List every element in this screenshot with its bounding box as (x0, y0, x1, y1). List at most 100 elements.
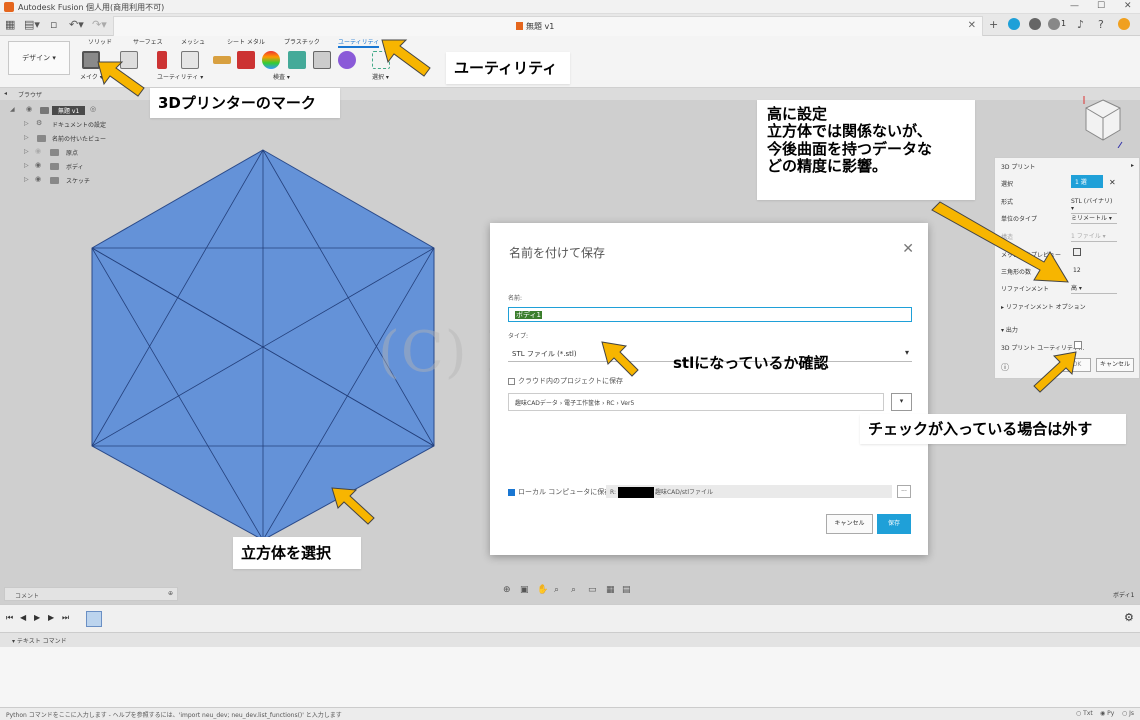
dialog-close-icon[interactable]: ✕ (902, 241, 914, 257)
tab-sheet-metal[interactable]: シート メタル (227, 37, 265, 46)
note-line-3: 今後曲面を持つデータな (767, 139, 933, 158)
user-avatar[interactable] (1118, 18, 1130, 30)
browser-root[interactable]: ◢ ◉ 無題 v1 ◎ (0, 104, 112, 118)
local-path-field[interactable]: R: 趣味CAD/stlファイル (606, 485, 892, 498)
inspect-group-label[interactable]: 検査 ▾ (273, 72, 290, 81)
origin-label: 原点 (66, 150, 79, 157)
maximize-icon[interactable]: ☐ (1097, 1, 1105, 11)
cloud-path-breadcrumb[interactable]: 趣味CADデータ › 電子工作筐体 › RC › Ver5 (508, 393, 884, 411)
app-grid-icon[interactable]: ▦ (5, 18, 15, 31)
look-at-icon[interactable]: ▣ (520, 585, 529, 595)
breadcrumb-item[interactable]: 電子工作筐体 (564, 400, 600, 407)
redo-icon[interactable]: ↷▾ (92, 18, 107, 31)
view-cube[interactable] (1082, 96, 1124, 148)
name-label: 名前: (508, 295, 523, 302)
save-button[interactable]: 保存 (877, 514, 911, 534)
local-save-option[interactable]: ローカル コンピュータに保存 (508, 487, 611, 497)
timeline-first-icon[interactable]: ⏮ (6, 613, 13, 623)
refinement-options-toggle[interactable]: ▸ リファインメント オプション (1001, 302, 1086, 311)
unit-select[interactable]: ミリメートル ▾ (1071, 213, 1117, 224)
document-tab-bar: ▦ ▤▾ ▫ ↶▾ ↷▾ 無題 v1 ✕ + 1 ♪ ? (0, 14, 1140, 36)
center-of-mass-icon[interactable] (338, 51, 356, 69)
preview-mesh-checkbox[interactable] (1073, 248, 1081, 256)
navigation-bar: ⊕ ▣ ✋ ⌕ ⌕ ▭ ▦ ▤ (500, 585, 640, 601)
file-menu-icon[interactable]: ▤▾ (24, 18, 40, 31)
arrow-to-output-checkbox-icon (1033, 351, 1077, 393)
redacted-block (617, 487, 654, 498)
timeline-play-icon[interactable]: ▶ (34, 613, 40, 622)
curvature-map-icon[interactable] (262, 51, 280, 69)
interference-icon[interactable] (237, 51, 255, 69)
clear-selection-icon[interactable]: ✕ (1109, 178, 1116, 187)
arrow-to-utility-icon (381, 39, 431, 77)
tab-surface[interactable]: サーフェス (133, 37, 163, 46)
select-label: 選択 (1001, 181, 1014, 188)
timeline-prev-icon[interactable]: ◀ (20, 613, 26, 622)
panel-expand-icon[interactable]: ▸ (1131, 162, 1134, 169)
workspace-switcher[interactable]: デザイン ▾ (8, 41, 70, 75)
tab-utility[interactable]: ユーティリティ (338, 37, 380, 48)
minimize-icon[interactable]: — (1070, 1, 1079, 11)
structure-select[interactable]: 1 ファイル ▾ (1071, 231, 1117, 242)
cloud-checkbox[interactable] (508, 377, 515, 385)
browse-button[interactable]: ... (897, 485, 911, 498)
root-label: 無題 v1 (52, 106, 86, 115)
select-body-button[interactable]: 1 選 (1071, 175, 1103, 188)
save-icon[interactable]: ▫ (50, 18, 57, 31)
bodies-label: ボディ (66, 164, 84, 171)
tab-mesh[interactable]: メッシュ (181, 37, 205, 46)
close-tab-icon[interactable]: ✕ (968, 20, 976, 31)
close-window-icon[interactable]: ✕ (1124, 1, 1132, 11)
extensions-icon[interactable] (1008, 18, 1020, 30)
local-checkbox[interactable] (508, 488, 515, 496)
lang-js[interactable]: ○ Js (1122, 710, 1134, 717)
add-comment-icon[interactable]: ⊕ (168, 590, 173, 597)
info-icon[interactable]: ⓘ (1001, 362, 1009, 373)
breadcrumb-item[interactable]: RC (606, 400, 614, 407)
lang-txt[interactable]: ○ Txt (1076, 710, 1093, 717)
timeline-settings-icon[interactable]: ⚙ (1124, 611, 1134, 624)
utility-group-label[interactable]: ユーティリティ ▾ (157, 72, 203, 81)
notification-icon[interactable]: ♪ (1077, 18, 1084, 31)
zoom-icon[interactable]: ⌕ (554, 585, 559, 595)
zebra-icon[interactable] (288, 51, 306, 69)
refinement-select[interactable]: 高 ▾ (1071, 283, 1117, 294)
online-status-icon[interactable] (1029, 18, 1041, 30)
measure-icon[interactable] (213, 56, 231, 64)
timeline-feature-icon[interactable] (86, 611, 102, 627)
grid-settings-icon[interactable]: ▦ (606, 585, 615, 595)
help-icon[interactable]: ? (1098, 18, 1104, 31)
section-analysis-icon[interactable] (313, 51, 331, 69)
comment-bar[interactable]: コメント ⊕ (4, 587, 178, 601)
python-input-hint[interactable]: Python コマンドをここに入力します - ヘルプを参照するには、'impor… (6, 710, 342, 719)
fit-icon[interactable]: ⌕ (571, 585, 576, 595)
panel-cancel-button[interactable]: キャンセル (1096, 358, 1134, 372)
timeline-last-icon[interactable]: ⏭ (62, 613, 69, 623)
tab-plastic[interactable]: プラスチック (284, 37, 320, 46)
breadcrumb-item[interactable]: 趣味CADデータ (515, 400, 558, 407)
orbit-icon[interactable]: ⊕ (503, 585, 511, 595)
pan-icon[interactable]: ✋ (537, 585, 548, 595)
undo-icon[interactable]: ↶▾ (69, 18, 84, 31)
traffic-light-icon[interactable] (157, 51, 167, 69)
name-input[interactable]: ボディ1 (508, 307, 912, 322)
timeline-next-icon[interactable]: ▶ (48, 613, 54, 622)
breadcrumb-item[interactable]: Ver5 (621, 400, 635, 407)
viewports-icon[interactable]: ▤ (622, 585, 631, 595)
output-section[interactable]: ▾ 出力 (1001, 325, 1018, 334)
cancel-button[interactable]: キャンセル (826, 514, 873, 534)
tab-solid[interactable]: ソリッド (88, 37, 112, 46)
doc-tab[interactable]: 無題 v1 ✕ (113, 16, 983, 36)
display-settings-icon[interactable]: ▭ (588, 585, 597, 595)
type-value: STL ファイル (*.stl) (512, 350, 577, 358)
named-views-label: 名前の付いたビュー (52, 136, 107, 143)
new-tab-icon[interactable]: + (989, 18, 998, 31)
lang-py[interactable]: ◉ Py (1100, 710, 1114, 717)
path-dropdown-button[interactable]: ▾ (891, 393, 912, 411)
job-status-icon[interactable] (1048, 18, 1060, 30)
format-select[interactable]: STL (バイナリ) ▾ (1071, 196, 1117, 214)
timeline: ⏮ ◀ ▶ ▶ ⏭ ⚙ (0, 604, 1140, 632)
dialog-title: 名前を付けて保存 (509, 246, 606, 260)
lang-txt-label: Txt (1083, 710, 1093, 717)
parameters-icon[interactable] (181, 51, 199, 69)
